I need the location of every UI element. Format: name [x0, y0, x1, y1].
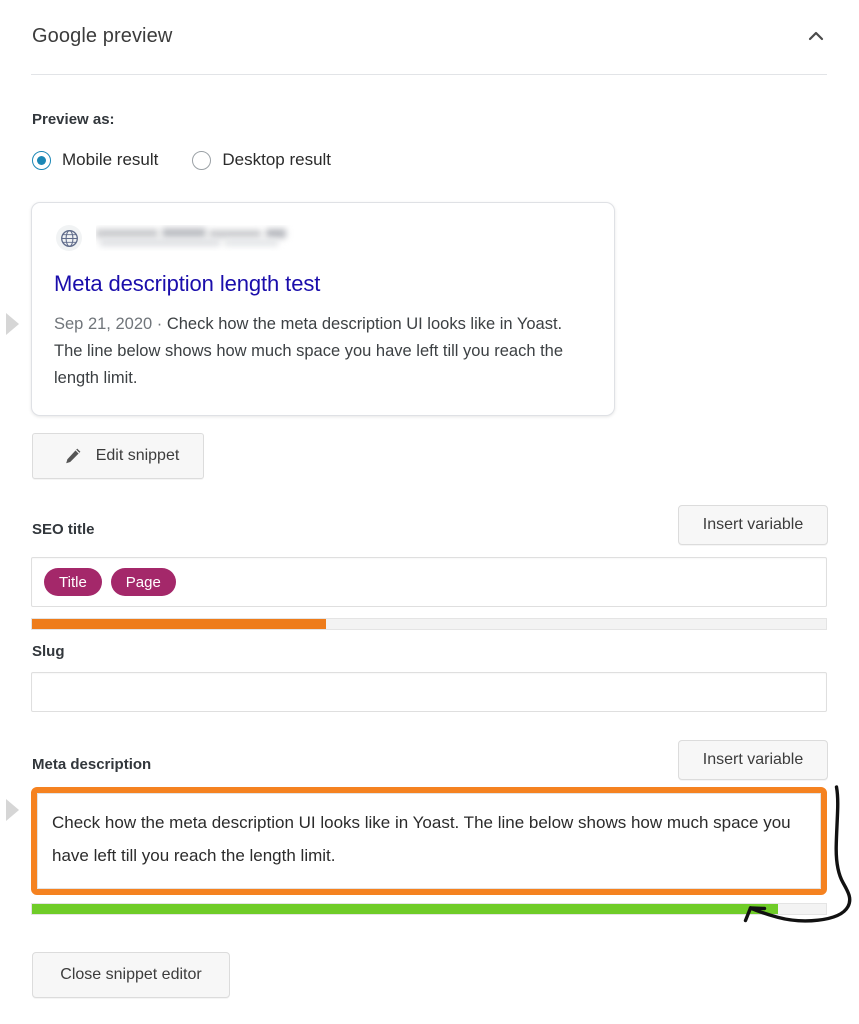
google-snippet-preview-card[interactable]: Meta description length test Sep 21, 202… — [31, 202, 615, 416]
snippet-url-row — [56, 225, 302, 251]
radio-option-mobile-result[interactable]: Mobile result — [32, 150, 158, 170]
radio-desktop-result[interactable] — [192, 150, 212, 170]
insert-variable-label-seo-title: Insert variable — [702, 516, 804, 533]
snippet-date: Sep 21, 2020 — [54, 315, 153, 333]
radio-label-desktop-result: Desktop result — [222, 150, 332, 169]
variable-tag-title[interactable]: Title — [44, 568, 102, 596]
radio-label-mobile-result: Mobile result — [62, 150, 159, 169]
page-title: Google preview — [32, 24, 173, 47]
close-snippet-editor-button[interactable]: Close snippet editor — [32, 952, 230, 998]
meta-description-length-progress-bar — [31, 903, 827, 915]
insert-variable-label-meta-description: Insert variable — [702, 751, 804, 768]
close-snippet-editor-label: Close snippet editor — [60, 966, 202, 983]
edit-snippet-button[interactable]: Edit snippet — [32, 433, 204, 479]
insert-variable-button-seo-title[interactable]: Insert variable — [678, 505, 828, 545]
chevron-up-icon[interactable] — [805, 25, 827, 47]
variable-tag-page[interactable]: Page — [110, 568, 176, 596]
slug-label: Slug — [32, 643, 65, 660]
meta-description-field-highlight: Check how the meta description UI looks … — [31, 787, 827, 895]
slug-input[interactable] — [31, 672, 827, 712]
globe-icon — [56, 225, 82, 251]
radio-mobile-result[interactable] — [32, 150, 51, 170]
seo-title-length-progress-bar — [31, 618, 827, 630]
snippet-title-link[interactable]: Meta description length test — [54, 271, 320, 297]
radio-selected-dot — [37, 155, 46, 165]
seo-title-progress-fill — [32, 619, 326, 629]
edit-snippet-button-label: Edit snippet — [95, 447, 180, 464]
radio-option-desktop-result[interactable]: Desktop result — [192, 150, 331, 170]
meta-description-progress-fill — [32, 904, 779, 914]
preview-as-radio-group[interactable]: Mobile result Desktop result — [32, 150, 365, 170]
google-preview-panel: Google preview Preview as: Mobile result… — [0, 0, 859, 1024]
seo-title-label: SEO title — [32, 521, 95, 538]
seo-title-input[interactable]: Title Page — [31, 557, 827, 607]
caret-right-icon-meta-description — [6, 799, 19, 821]
pencil-icon — [63, 446, 83, 466]
meta-description-label: Meta description — [32, 756, 152, 773]
insert-variable-button-meta-description[interactable]: Insert variable — [678, 740, 828, 780]
panel-header[interactable]: Google preview — [32, 14, 827, 58]
preview-as-label: Preview as: — [32, 111, 115, 128]
caret-right-icon-snippet — [6, 313, 19, 335]
redacted-url — [96, 225, 302, 251]
meta-description-textarea[interactable]: Check how the meta description UI looks … — [37, 793, 821, 889]
header-divider — [31, 74, 827, 75]
snippet-description: Sep 21, 2020 · Check how the meta descri… — [54, 315, 564, 387]
